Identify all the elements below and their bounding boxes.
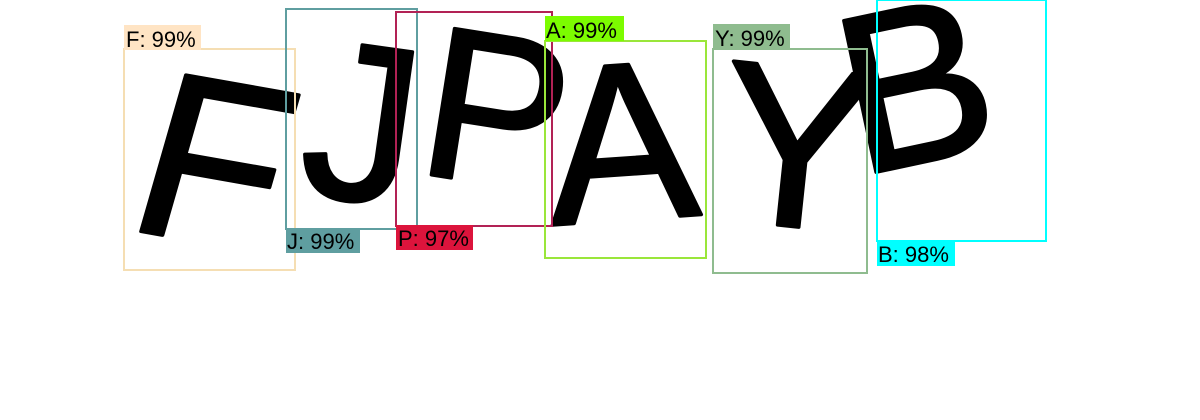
label-f-text: F: 99% <box>126 27 196 52</box>
label-b-text: B: 98% <box>878 242 949 267</box>
label-p-text: P: 97% <box>398 226 469 251</box>
label-y: Y: 99% <box>713 24 790 51</box>
label-y-text: Y: 99% <box>715 26 785 51</box>
label-f: F: 99% <box>124 25 201 52</box>
label-a: A: 99% <box>545 16 624 43</box>
label-j-text: J: 99% <box>287 229 354 254</box>
captcha-detection-image: F J P A Y B F: 99% J: 99% P: 97% A: 99% <box>106 0 1047 303</box>
label-j: J: 99% <box>286 228 360 254</box>
label-b: B: 98% <box>877 241 955 267</box>
glyph-a: A <box>538 11 705 273</box>
glyph-f: F <box>108 23 322 301</box>
label-a-text: A: 99% <box>546 18 617 43</box>
label-p: P: 97% <box>396 225 473 251</box>
